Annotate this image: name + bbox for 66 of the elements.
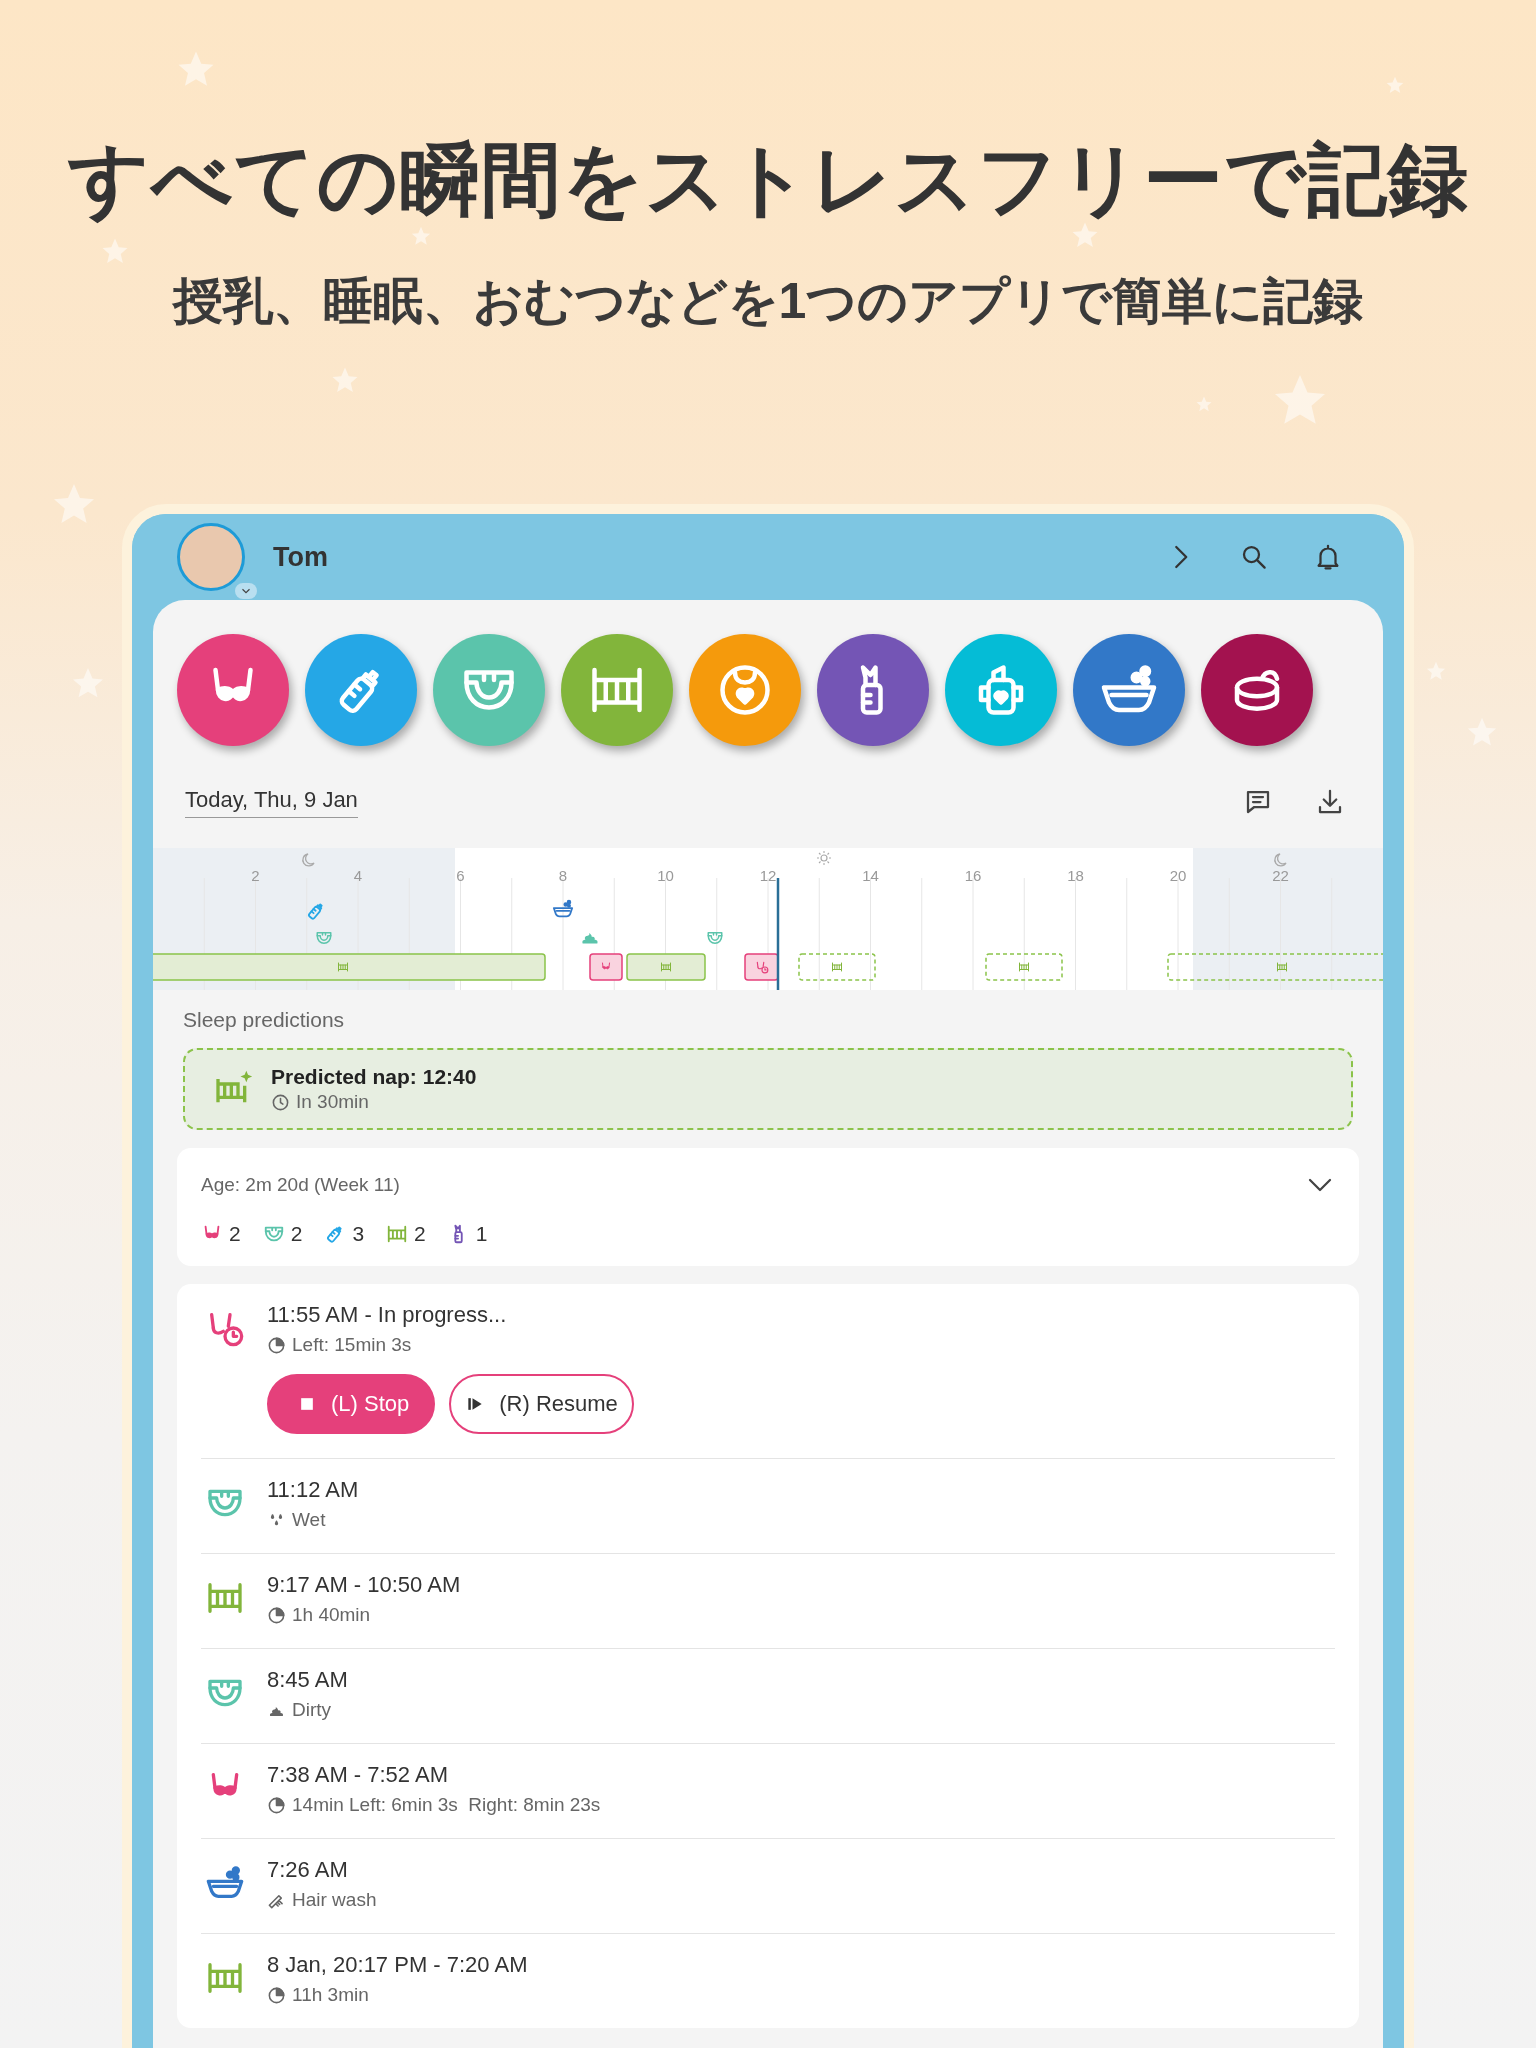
clock-icon (271, 1092, 290, 1112)
headline: すべての瞬間をストレスフリーで記録 (66, 134, 1470, 226)
entry-time[interactable]: 9:17 AM - 10:50 AM (267, 1572, 461, 1598)
poop-icon (582, 933, 598, 944)
moon-icon (302, 853, 315, 867)
subheadline: 授乳、睡眠、おむつなどを1つのアプリで簡単に記録 (171, 272, 1365, 330)
section-label: Sleep predictions (183, 1008, 346, 1032)
hour-label: 16 (964, 867, 982, 884)
crib-icon (832, 963, 842, 971)
bra-icon (602, 963, 610, 969)
baby-name: Tom (273, 541, 328, 573)
hour-label: 10 (657, 867, 674, 884)
entry-detail: Left: 15min 3s (292, 1334, 412, 1356)
entry-time[interactable]: 8:45 AM (267, 1667, 348, 1693)
hour-label: 4 (353, 867, 363, 884)
entry-detail: 1h 40min (292, 1604, 371, 1626)
entry-detail: Dirty (292, 1699, 332, 1721)
entry-time[interactable]: 8 Jan, 20:17 PM - 7:20 AM (267, 1952, 528, 1978)
predicted-nap-card[interactable]: Predicted nap: 12:40 In 30min (183, 1048, 1353, 1130)
entry-time[interactable]: 7:26 AM (267, 1857, 377, 1883)
hour-label: 14 (862, 867, 879, 884)
stop-button[interactable]: (L) Stop (267, 1374, 436, 1434)
pie-clock-icon (267, 1795, 286, 1815)
bathtub-icon (553, 900, 573, 917)
hour-label: 8 (558, 867, 568, 884)
entry-time[interactable]: 11:55 AM - In progress... (267, 1302, 634, 1328)
pie-clock-icon (267, 1335, 286, 1355)
hour-label: 22 (1272, 867, 1289, 884)
prediction-title: Predicted nap: 12:40 (271, 1065, 477, 1089)
diaper-icon (708, 932, 722, 944)
count-value: 2 (229, 1222, 241, 1246)
hour-label: 2 (251, 867, 260, 884)
bra-timer-icon (757, 962, 768, 973)
star-icon (410, 225, 432, 247)
sun-icon (816, 850, 832, 866)
crib-icon (1019, 963, 1029, 971)
diaper-icon (317, 932, 331, 944)
pie-clock-icon (267, 1605, 286, 1625)
star-icon (1195, 395, 1213, 413)
star-icon (1385, 75, 1405, 95)
hour-label: 20 (1169, 867, 1187, 884)
crib-icon (1277, 963, 1287, 971)
crib-icon (338, 963, 348, 971)
date-selector[interactable]: Today, Thu, 9 Jan (185, 786, 358, 818)
age-text: Age: 2m 20d (Week 11) (201, 1174, 400, 1196)
hour-label: 6 (456, 867, 465, 884)
count-value: 2 (290, 1222, 303, 1246)
entry-detail: Wet (292, 1509, 326, 1531)
pie-clock-icon (267, 1985, 286, 2005)
hour-label: 18 (1067, 867, 1084, 884)
entry-detail: 14min Left: 6min 3s Right: 8min 23s (292, 1794, 601, 1816)
moon-icon (1274, 853, 1287, 867)
count-value: 3 (352, 1222, 365, 1246)
crib-icon (661, 963, 671, 971)
count-value: 1 (475, 1222, 488, 1246)
entry-detail: 11h 3min (292, 1984, 369, 2006)
caret-icon[interactable] (235, 583, 257, 599)
hour-label: 12 (759, 867, 777, 884)
resume-button[interactable]: (R) Resume (449, 1374, 634, 1434)
prediction-time: In 30min (296, 1091, 369, 1113)
bottle-icon (308, 902, 324, 920)
count-value: 2 (414, 1222, 426, 1246)
entry-time[interactable]: 7:38 AM - 7:52 AM (267, 1762, 601, 1788)
entry-detail: Hair wash (292, 1889, 377, 1911)
entry-time[interactable]: 11:12 AM (267, 1477, 359, 1503)
crib-icon (386, 1223, 409, 1245)
